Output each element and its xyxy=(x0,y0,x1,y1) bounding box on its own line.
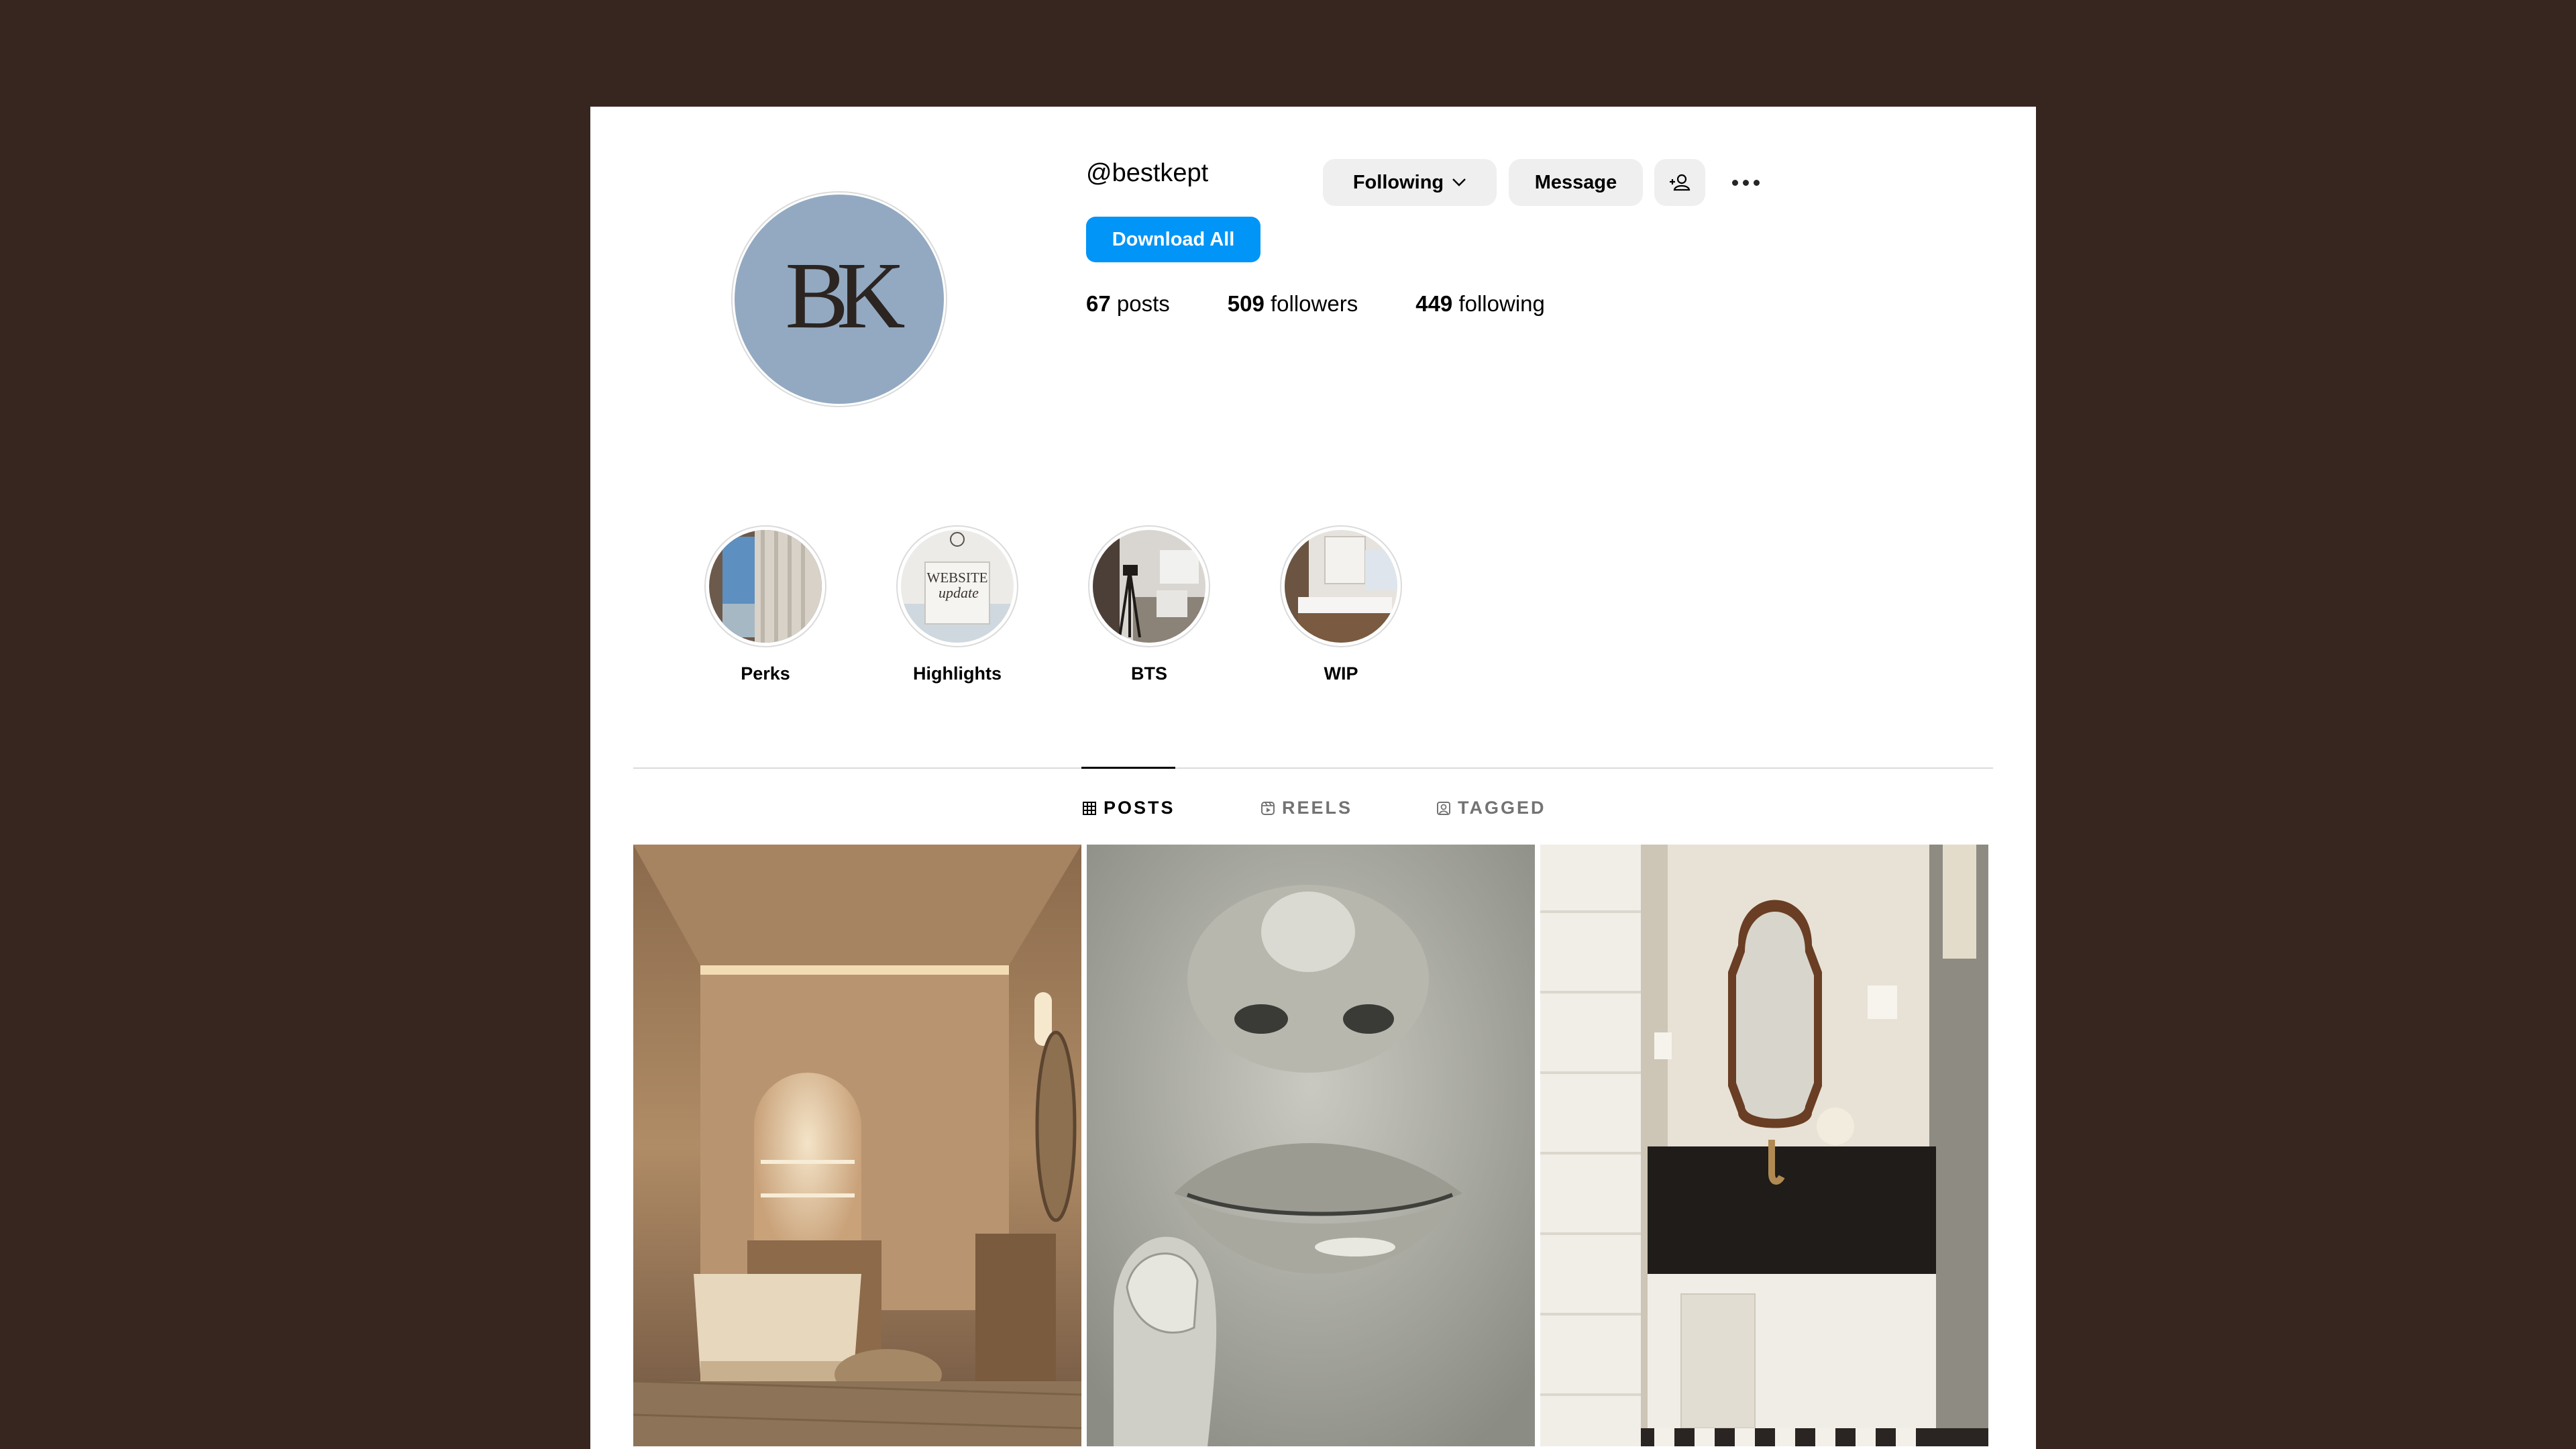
more-dot-icon xyxy=(1753,179,1760,186)
more-dot-icon xyxy=(1731,179,1738,186)
post-thumbnail-bathroom-vanity[interactable] xyxy=(1540,845,1988,1446)
followers-stat[interactable]: 509 followers xyxy=(1228,291,1358,317)
post-thumbnail-closeup-lips[interactable] xyxy=(1087,845,1535,1446)
highlight-thumbnail xyxy=(709,530,822,643)
highlight-label: WIP xyxy=(1324,663,1358,684)
highlight-ring: WEBSITE update xyxy=(896,525,1018,647)
highlight-ring xyxy=(1088,525,1210,647)
highlight-ring xyxy=(1280,525,1402,647)
download-all-button[interactable]: Download All xyxy=(1086,217,1260,262)
svg-text:update: update xyxy=(938,584,979,601)
suggested-users-button[interactable] xyxy=(1654,159,1705,206)
tab-label: TAGGED xyxy=(1458,798,1546,818)
svg-text:WEBSITE: WEBSITE xyxy=(927,570,988,586)
post-thumbnail-spa-room[interactable] xyxy=(633,845,1081,1446)
tab-reels[interactable]: REELS xyxy=(1260,798,1352,818)
highlight-label: Highlights xyxy=(913,663,1002,684)
tabs-divider xyxy=(633,767,1993,769)
avatar[interactable]: BK xyxy=(731,191,947,407)
highlight-thumbnail xyxy=(1285,530,1397,643)
tab-posts[interactable]: POSTS xyxy=(1082,798,1175,818)
bk-monogram-logo: BK xyxy=(785,246,906,348)
posts-stat[interactable]: 67 posts xyxy=(1086,291,1170,317)
highlight-bts[interactable]: BTS xyxy=(1075,525,1223,684)
following-button-label: Following xyxy=(1352,171,1444,193)
active-tab-indicator xyxy=(1081,767,1175,769)
grid-icon xyxy=(1083,801,1096,815)
reels-icon xyxy=(1261,801,1275,815)
highlight-highlights[interactable]: WEBSITE update Highlights xyxy=(883,525,1031,684)
username: @bestkept xyxy=(1086,159,1209,187)
add-user-icon xyxy=(1670,174,1690,191)
tab-tagged[interactable]: TAGGED xyxy=(1436,798,1546,818)
tab-label: REELS xyxy=(1282,798,1353,818)
more-options-button[interactable] xyxy=(1719,159,1772,206)
highlight-label: BTS xyxy=(1131,663,1167,684)
tagged-icon xyxy=(1437,801,1450,815)
following-stat[interactable]: 449 following xyxy=(1415,291,1545,317)
highlight-wip[interactable]: WIP xyxy=(1267,525,1415,684)
highlight-perks[interactable]: Perks xyxy=(692,525,839,684)
more-dot-icon xyxy=(1742,179,1749,186)
following-button[interactable]: Following xyxy=(1323,159,1497,206)
tab-label: POSTS xyxy=(1104,798,1175,818)
highlight-thumbnail xyxy=(1093,530,1205,643)
profile-panel: BK @bestkept Following Message Download … xyxy=(590,107,2036,1449)
highlight-label: Perks xyxy=(741,663,790,684)
chevron-down-icon xyxy=(1452,178,1466,186)
profile-stats: 67 posts 509 followers 449 following xyxy=(1086,291,1603,317)
message-button[interactable]: Message xyxy=(1509,159,1643,206)
highlight-thumbnail: WEBSITE update xyxy=(901,530,1014,643)
avatar-image: BK xyxy=(735,195,944,404)
highlight-ring xyxy=(704,525,826,647)
svg-text:BK: BK xyxy=(785,246,905,348)
message-button-label: Message xyxy=(1534,171,1617,193)
